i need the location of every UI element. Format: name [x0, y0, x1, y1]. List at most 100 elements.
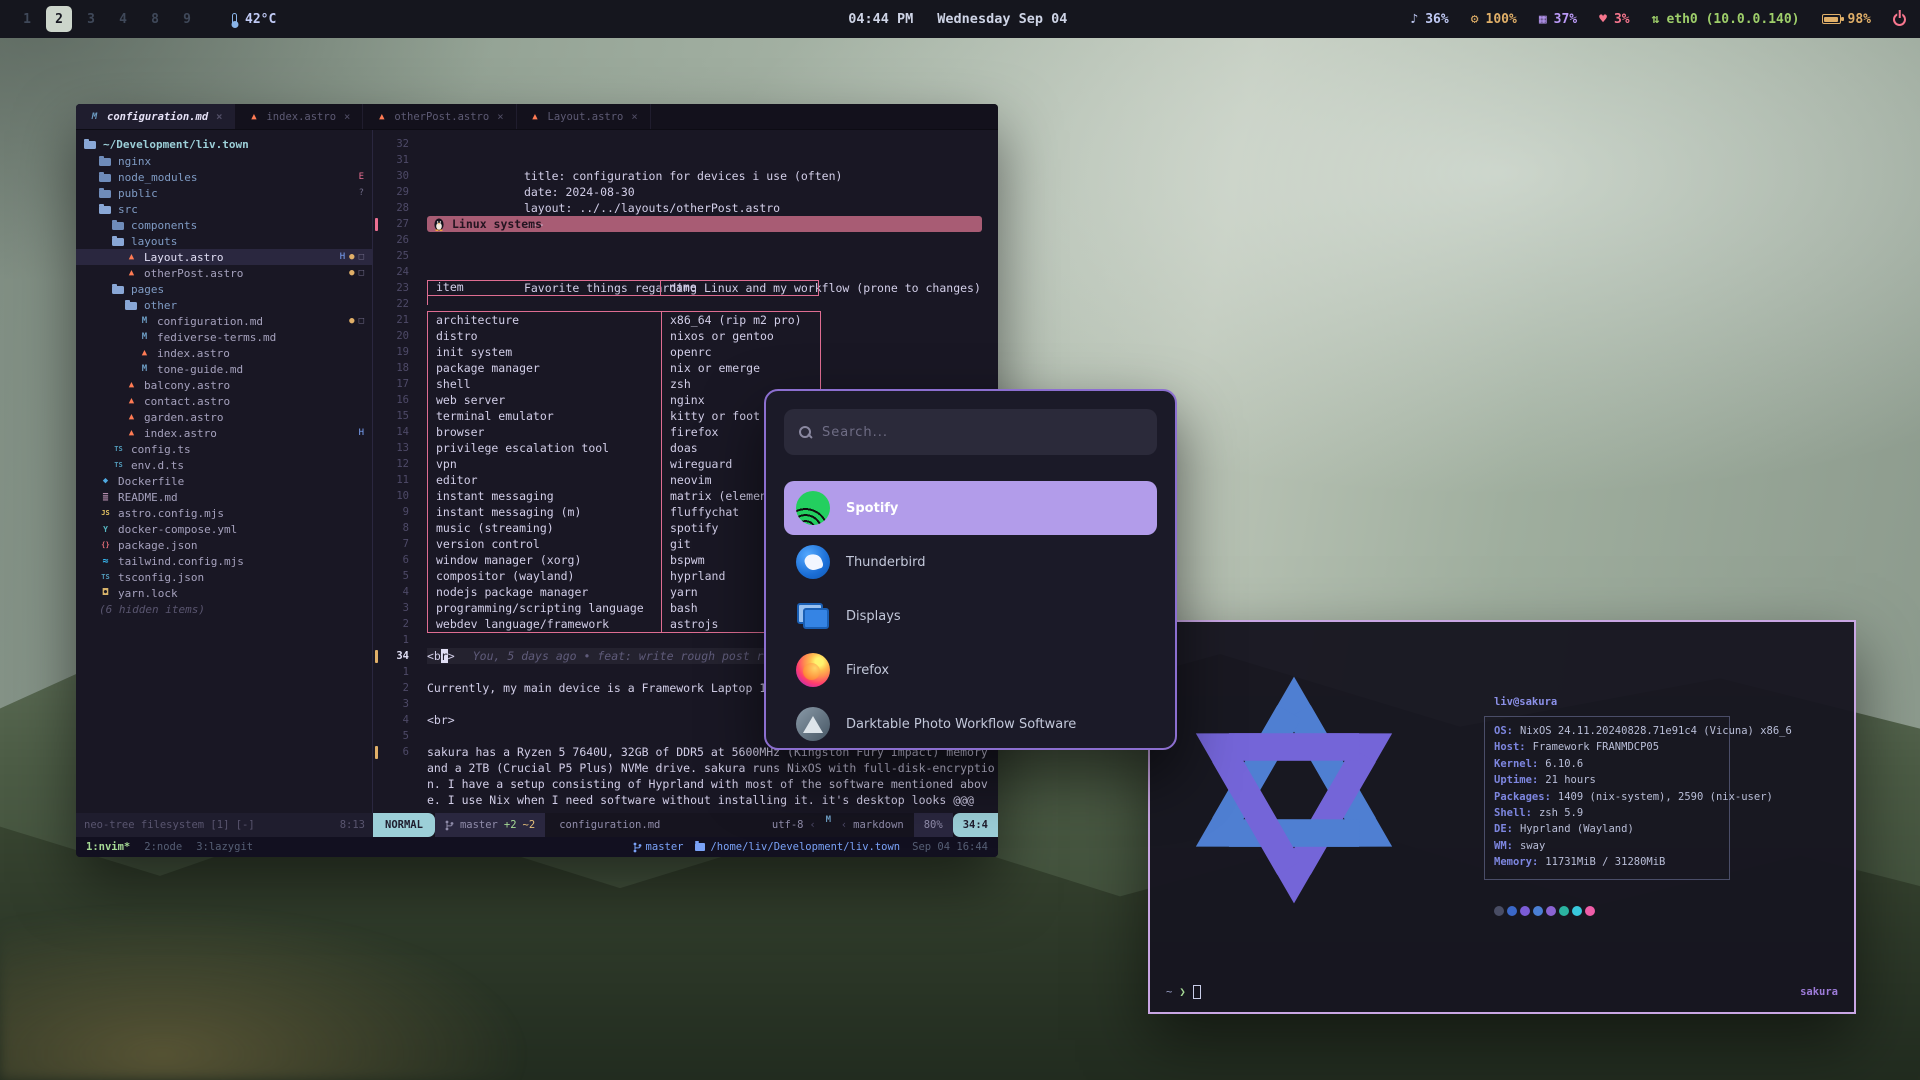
workspace-button[interactable]: 9: [174, 6, 200, 32]
file-tree-panel[interactable]: ~/Development/liv.town nginx node_module…: [76, 130, 373, 813]
file-tree-item[interactable]: balcony.astro: [76, 377, 372, 393]
health-module[interactable]: ♥ 3%: [1599, 12, 1629, 27]
file-tree-item[interactable]: pages: [76, 281, 372, 297]
search-icon: [798, 425, 812, 439]
fetch-info-label: Memory: [1494, 854, 1538, 870]
file-tree-item[interactable]: Dockerfile: [76, 473, 372, 489]
md-table-row: package managernix or emerge: [428, 360, 820, 376]
editor-tab[interactable]: configuration.md ×: [76, 104, 235, 129]
launcher-item-label: Displays: [846, 609, 901, 624]
file-tree-item[interactable]: docker-compose.yml: [76, 521, 372, 537]
launcher-item[interactable]: Darktable Photo Workflow Software: [784, 697, 1157, 750]
line-number: 24: [378, 266, 419, 278]
file-tree-item[interactable]: package.json: [76, 537, 372, 553]
file-tree-item[interactable]: nginx: [76, 153, 372, 169]
battery-fill: [1824, 17, 1838, 22]
editor-tab[interactable]: otherPost.astro ×: [363, 104, 516, 129]
file-tree-item[interactable]: tailwind.config.mjs: [76, 553, 372, 569]
file-tree-item[interactable]: components: [76, 217, 372, 233]
file-tree-item[interactable]: astro.config.mjs: [76, 505, 372, 521]
file-tree-item[interactable]: env.d.ts: [76, 457, 372, 473]
file-tree-item[interactable]: tsconfig.json: [76, 569, 372, 585]
workspace-button[interactable]: 4: [110, 6, 136, 32]
md-table-cell-item: init system: [428, 344, 662, 360]
file-tree-item-label: nginx: [118, 155, 151, 168]
clock[interactable]: 04:44 PM Wednesday Sep 04: [848, 11, 1067, 27]
file-tree-item-label: other: [144, 299, 177, 312]
gutter-row: 30: [373, 168, 419, 184]
file-tree-item[interactable]: layouts: [76, 233, 372, 249]
file-tree-item-label: components: [131, 219, 197, 232]
file-tree-item[interactable]: contact.astro: [76, 393, 372, 409]
file-tree-item[interactable]: src: [76, 201, 372, 217]
disk-module[interactable]: ▦ 37%: [1539, 12, 1577, 27]
tmux-window[interactable]: 1:nvim*: [86, 841, 130, 853]
md-table-cell-item: music (streaming): [428, 520, 662, 536]
file-tree-root[interactable]: ~/Development/liv.town: [76, 136, 372, 153]
tab-close-icon[interactable]: ×: [631, 111, 637, 123]
neotree-statusline-label: neo-tree filesystem [1] [-]: [84, 819, 255, 831]
git-added-count: +2: [504, 819, 517, 831]
tab-close-icon[interactable]: ×: [497, 111, 503, 123]
file-tree-item-badges: E: [359, 172, 364, 182]
tab-label: otherPost.astro: [394, 111, 489, 123]
editor-tab[interactable]: Layout.astro ×: [517, 104, 651, 129]
temperature-module[interactable]: 42°C: [232, 12, 276, 27]
file-tree-item[interactable]: garden.astro: [76, 409, 372, 425]
launcher-search[interactable]: [784, 409, 1157, 455]
docker-file-icon: [99, 475, 112, 488]
file-tree-item-badges: ●□: [349, 268, 364, 278]
file-tree-item-label: package.json: [118, 539, 197, 552]
workspace-button[interactable]: 3: [78, 6, 104, 32]
gear-module[interactable]: ⚙ 100%: [1471, 12, 1517, 27]
file-tree-item[interactable]: otherPost.astro ●□: [76, 265, 372, 281]
line-number: 27: [378, 218, 419, 230]
fetch-terminal-window[interactable]: liv@sakura OS NixOS 24.11.20240828.71e91…: [1148, 620, 1856, 1014]
file-tree-item[interactable]: config.ts: [76, 441, 372, 457]
file-tree-item-label: config.ts: [131, 443, 191, 456]
file-tree-item[interactable]: index.astro H: [76, 425, 372, 441]
tab-close-icon[interactable]: ×: [216, 111, 222, 123]
fetch-info-label: Packages: [1494, 789, 1551, 805]
tmux-window[interactable]: 2:node: [144, 841, 182, 853]
workspace-button[interactable]: 8: [142, 6, 168, 32]
app-launcher[interactable]: Spotify Thunderbird Displays Firefox Dar…: [764, 389, 1177, 750]
terminal-color-swatch: [1507, 906, 1517, 916]
launcher-item[interactable]: Spotify: [784, 481, 1157, 535]
md-table-row: init systemopenrc: [428, 344, 820, 360]
search-input[interactable]: [822, 425, 1143, 440]
workspace-button[interactable]: 2: [46, 6, 72, 32]
workspace-button[interactable]: 1: [14, 6, 40, 32]
file-tree-item[interactable]: tone-guide.md: [76, 361, 372, 377]
md-table-row: instant messagingmatrix (element): [428, 488, 820, 504]
battery-module[interactable]: 98%: [1822, 12, 1871, 27]
astro-file-icon: [125, 251, 138, 264]
md-table-cell-item: vpn: [428, 456, 662, 472]
file-tree-item[interactable]: yarn.lock: [76, 585, 372, 601]
file-tree-item[interactable]: Layout.astro H●□: [76, 249, 372, 265]
launcher-item[interactable]: Firefox: [784, 643, 1157, 697]
power-button[interactable]: [1893, 13, 1906, 26]
file-tree-item[interactable]: index.astro: [76, 345, 372, 361]
editor-tab[interactable]: index.astro ×: [235, 104, 363, 129]
temperature-value: 42°C: [245, 12, 276, 27]
tmux-window[interactable]: 3:lazygit: [196, 841, 253, 853]
tab-label: index.astro: [266, 111, 336, 123]
line-number: 29: [378, 186, 419, 198]
gutter-row: 21: [373, 312, 419, 328]
file-tree-item[interactable]: public ?: [76, 185, 372, 201]
network-module[interactable]: ⇅ eth0 (10.0.0.140): [1652, 12, 1800, 27]
shell-prompt[interactable]: ~ ❯: [1166, 984, 1201, 1000]
volume-module[interactable]: ♪ 36%: [1410, 12, 1448, 27]
clock-date: Wednesday Sep 04: [937, 11, 1067, 27]
cursor-line-post: >: [448, 649, 455, 663]
file-tree-item[interactable]: node_modules E: [76, 169, 372, 185]
launcher-item[interactable]: Thunderbird: [784, 535, 1157, 589]
launcher-item[interactable]: Displays: [784, 589, 1157, 643]
line-number: 10: [378, 490, 419, 502]
tab-close-icon[interactable]: ×: [344, 111, 350, 123]
file-tree-item[interactable]: fediverse-terms.md: [76, 329, 372, 345]
file-tree-item[interactable]: other: [76, 297, 372, 313]
file-tree-item[interactable]: configuration.md ●□: [76, 313, 372, 329]
file-tree-item[interactable]: README.md: [76, 489, 372, 505]
